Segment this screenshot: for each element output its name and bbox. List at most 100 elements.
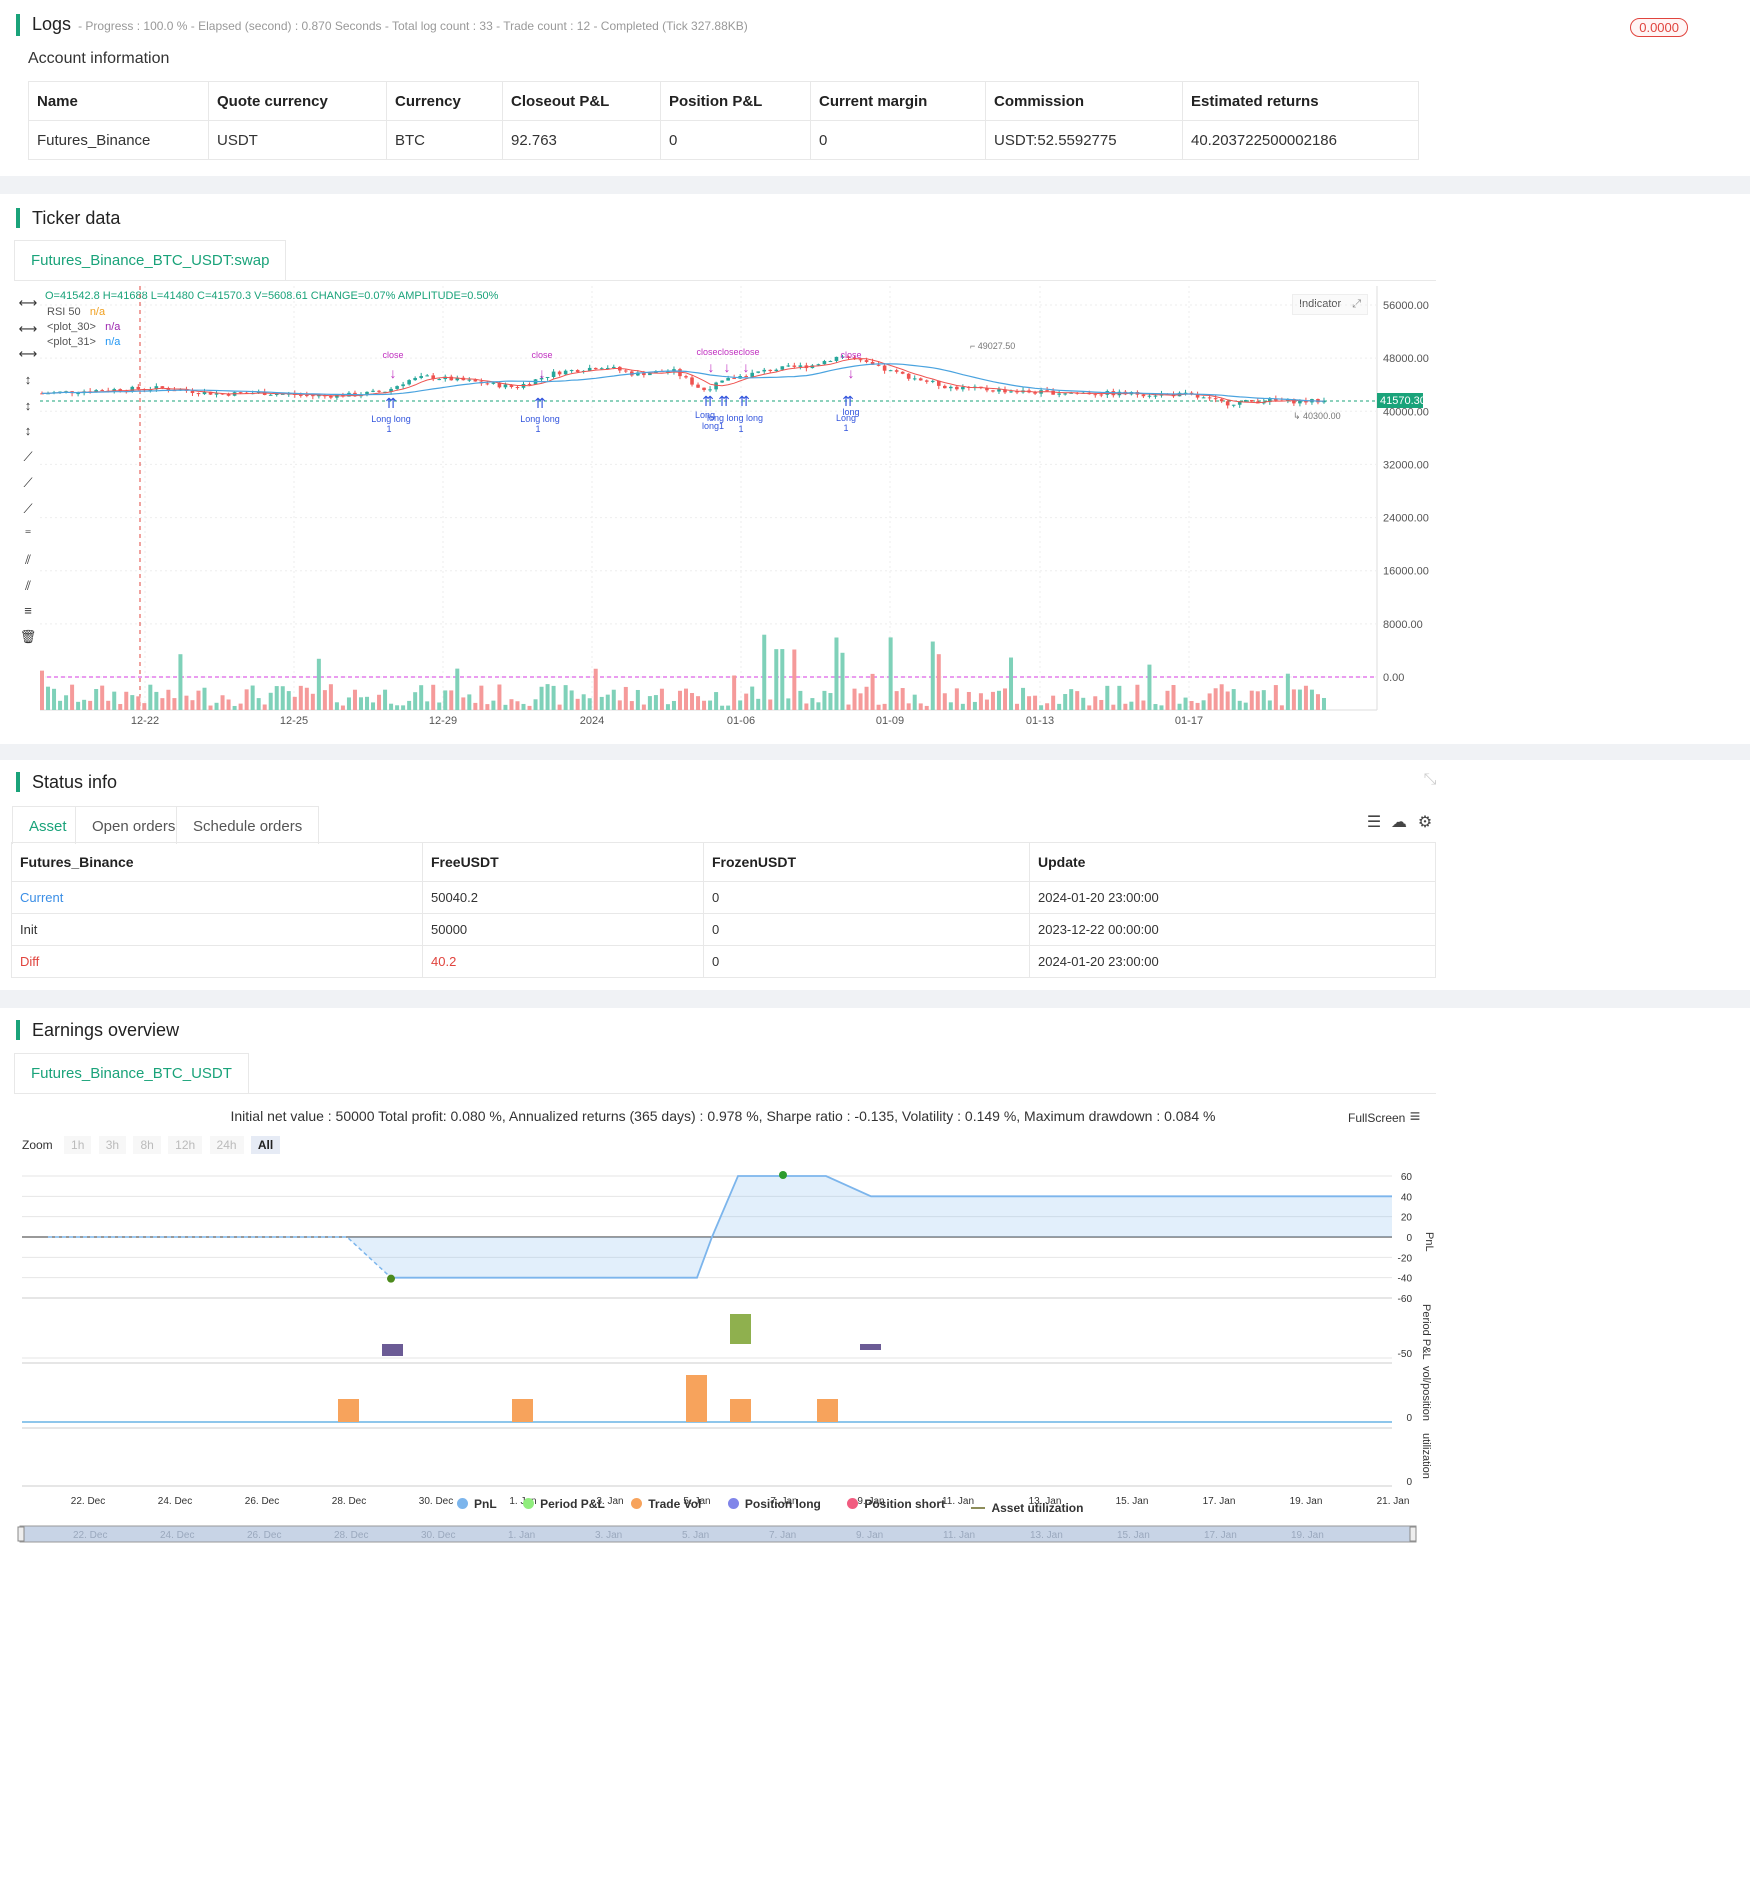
candle-body <box>467 379 472 381</box>
volume-bar <box>166 689 171 710</box>
volume-bar <box>1015 703 1020 710</box>
close-signal-label: closecloseclose <box>696 347 759 357</box>
candle-body <box>726 378 730 381</box>
collapse-icon[interactable]: ⤡ <box>1420 770 1440 790</box>
legend-pnl[interactable]: PnL <box>457 1497 497 1511</box>
legend-dot <box>631 1498 643 1509</box>
cell: 0 <box>660 120 811 160</box>
candle-body <box>593 367 598 370</box>
volume-bar <box>407 700 412 710</box>
volume-bar <box>491 700 496 710</box>
logs-summary: - Progress : 100.0 % - Elapsed (second) … <box>78 19 748 33</box>
volume-bar <box>684 688 688 710</box>
table-row: Init 50000 0 2023-12-22 00:00:00 <box>11 913 1436 946</box>
time-tick-label: 2024 <box>580 715 604 727</box>
candle-body <box>798 365 803 367</box>
volume-bar <box>1147 664 1152 710</box>
volume-bar <box>280 686 285 710</box>
legend-period-pnl[interactable]: Period P&L <box>523 1497 605 1511</box>
volume-bar <box>1201 700 1206 710</box>
volume-bar <box>202 687 207 710</box>
trade-vol-bar <box>512 1399 533 1422</box>
close-arrow-icon: ↓ <box>539 365 546 381</box>
long-arrow-icon: ⇈ <box>534 395 546 411</box>
legend-trade-vol[interactable]: Trade Vol <box>631 1497 701 1511</box>
volume-bar <box>88 700 93 710</box>
candle-body <box>949 386 953 389</box>
volume-bar <box>1057 703 1062 710</box>
long-signal-label: Long <box>836 413 856 423</box>
peak-marker <box>779 1171 787 1179</box>
candle-body <box>876 364 881 366</box>
candle-body <box>822 361 827 365</box>
navigator-label: 19. Jan <box>1291 1530 1324 1541</box>
volume-bar <box>1069 689 1074 710</box>
util-axis-title: utilization <box>1420 1433 1432 1479</box>
volume-bar <box>383 689 388 710</box>
candle-body <box>238 392 243 394</box>
legend-asset-utilization[interactable]: Asset utilization <box>971 1501 1083 1515</box>
legend-position-short[interactable]: Position short <box>847 1497 945 1511</box>
volume-bar <box>960 703 965 710</box>
volume-bar <box>1183 697 1188 710</box>
tab-schedule-orders[interactable]: Schedule orders <box>176 806 320 844</box>
volume-bar <box>208 705 213 710</box>
volume-bar <box>124 691 129 710</box>
volume-bar <box>1189 701 1194 710</box>
candle-body <box>955 386 959 390</box>
cloud-download-icon[interactable]: ☁ <box>1389 812 1409 832</box>
list-icon[interactable]: ☰ <box>1364 812 1384 832</box>
asset-table: Futures_Binance FreeUSDT FrozenUSDT Upda… <box>11 842 1436 978</box>
earnings-legend: PnL Period P&L Trade Vol Position long P… <box>457 1496 1105 1515</box>
candle-body <box>575 370 580 372</box>
volume-bar <box>503 704 508 710</box>
candle-body <box>1219 399 1224 402</box>
volume-bar <box>1177 703 1182 710</box>
close-signal-label: close <box>382 350 403 360</box>
col-estimated-returns: Estimated returns <box>1182 81 1419 121</box>
volume-bar <box>340 705 345 710</box>
legend-dot <box>457 1498 468 1509</box>
volume-bar <box>1099 699 1104 710</box>
earnings-chart[interactable]: 22. Dec 24. Dec 26. Dec 28. Dec 30. Dec 1. Ja… <box>0 1008 1750 1893</box>
volume-bar <box>720 705 725 710</box>
candle-body <box>744 376 748 378</box>
tab-asset[interactable]: Asset <box>12 806 84 844</box>
candle-body <box>1231 404 1236 406</box>
volume-bar <box>762 634 767 710</box>
pnl-area <box>347 1176 1392 1278</box>
volume-bar <box>575 698 580 710</box>
pnl-tick-label: -20 <box>1398 1253 1413 1264</box>
status-section: Status info ⤡ Asset Open orders Schedule… <box>0 760 1750 990</box>
legend-position-long[interactable]: Position long <box>727 1497 821 1511</box>
ticker-section: Ticker data Futures_Binance_BTC_USDT:swa… <box>0 194 1750 744</box>
earnings-section: Earnings overview Futures_Binance_BTC_US… <box>0 1008 1750 1893</box>
candle-body <box>918 378 923 381</box>
cell: 2024-01-20 23:00:00 <box>1029 945 1436 978</box>
volume-bar <box>599 696 604 710</box>
volume-bar <box>130 695 135 710</box>
volume-bar <box>461 697 466 710</box>
close-arrow-icon: ↓ <box>708 359 715 375</box>
volume-bar <box>1291 689 1296 710</box>
time-tick-label: 01-17 <box>1175 715 1203 727</box>
navigator-label: 11. Jan <box>943 1530 975 1541</box>
table-row: Current 50040.2 0 2024-01-20 23:00:00 <box>11 881 1436 914</box>
candlestick-chart[interactable]: 56000.00 48000.00 40000.00 32000.00 24000.00… <box>0 194 1750 744</box>
volume-bar <box>690 693 695 710</box>
candle-body <box>997 389 1001 392</box>
candle-body <box>563 370 568 375</box>
volume-bar <box>431 684 436 710</box>
price-tick-label: 48000.00 <box>1383 353 1429 365</box>
close-arrow-icon: ↓ <box>848 365 855 381</box>
volume-bar <box>702 700 707 710</box>
candle-body <box>413 377 417 381</box>
tab-open-orders[interactable]: Open orders <box>75 806 193 844</box>
volume-bar <box>148 684 153 710</box>
candle-body <box>299 394 303 396</box>
gear-icon[interactable]: ⚙ <box>1415 812 1435 832</box>
period-bar <box>382 1344 403 1356</box>
long-signal-label: Long long <box>520 414 560 424</box>
volume-bar <box>352 689 357 710</box>
volume-bar <box>76 701 81 710</box>
